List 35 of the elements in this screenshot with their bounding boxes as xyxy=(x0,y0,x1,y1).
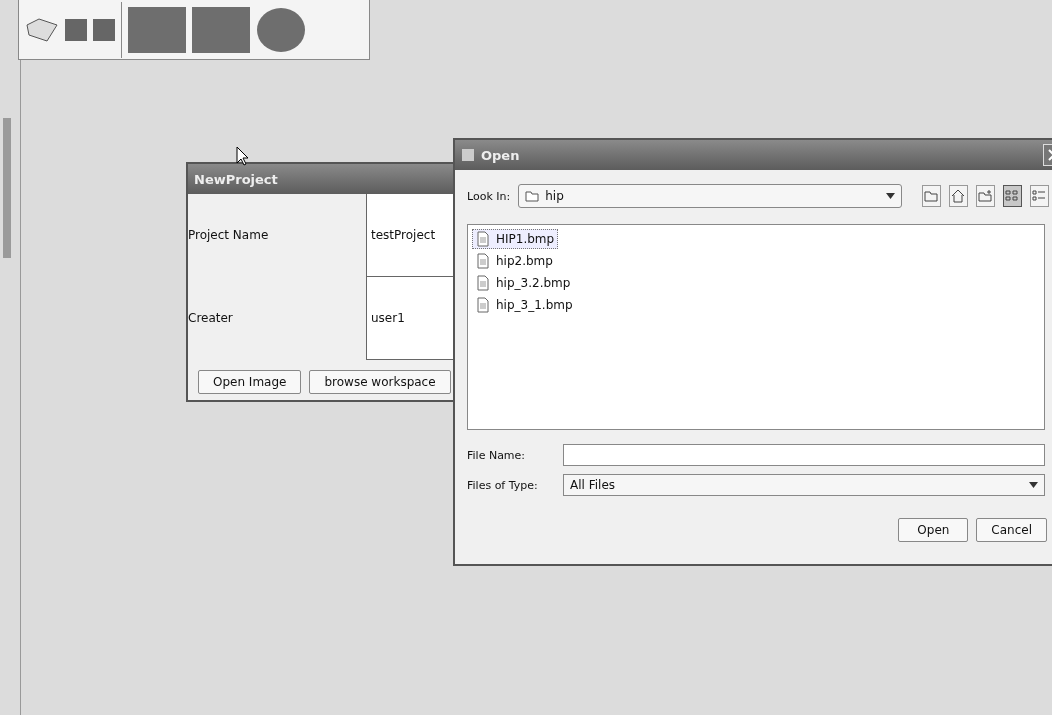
new-folder-icon[interactable] xyxy=(975,185,995,207)
photo-placeholder[interactable] xyxy=(256,6,306,53)
file-item[interactable]: hip_3_1.bmp xyxy=(472,295,577,315)
dialog-button[interactable]: browse workspace xyxy=(309,370,451,394)
file-item[interactable]: hip_3.2.bmp xyxy=(472,273,575,293)
dialog-button[interactable]: Cancel xyxy=(976,518,1047,542)
caret-icon xyxy=(1029,482,1038,488)
field-value[interactable]: user1 xyxy=(366,277,454,360)
window-title: Open xyxy=(481,147,520,163)
window-title: NewProject xyxy=(194,171,278,187)
dialog-button[interactable]: Open xyxy=(898,518,969,542)
file-icon xyxy=(476,297,490,313)
field-label: Creater xyxy=(188,310,234,327)
file-icon xyxy=(476,253,490,269)
file-type-dropdown[interactable]: All Files xyxy=(563,474,1045,496)
photo-placeholder[interactable] xyxy=(128,6,186,53)
file-item[interactable]: hip2.bmp xyxy=(472,251,557,271)
field-value[interactable]: testProject xyxy=(366,194,454,277)
details-view-icon[interactable] xyxy=(1029,185,1049,207)
pointer-icon xyxy=(236,146,250,166)
look-in-dropdown[interactable]: hip xyxy=(518,184,903,208)
file-icon xyxy=(476,231,490,247)
dialog-button[interactable]: Open Image xyxy=(198,370,302,394)
file-name-field[interactable] xyxy=(563,444,1045,466)
file-icon xyxy=(476,275,490,291)
up-folder-icon[interactable] xyxy=(921,185,941,207)
photo-placeholder[interactable] xyxy=(192,6,250,53)
file-type-label: Files of Type: xyxy=(467,478,539,492)
caret-icon xyxy=(886,193,896,199)
file-name-label: File Name: xyxy=(467,448,527,462)
home-icon[interactable] xyxy=(948,185,968,207)
look-in-label: Look In: xyxy=(467,189,511,203)
file-item[interactable]: HIP1.bmp xyxy=(472,229,559,249)
list-view-icon[interactable] xyxy=(1002,185,1022,207)
field-label: Project Name xyxy=(188,227,270,244)
